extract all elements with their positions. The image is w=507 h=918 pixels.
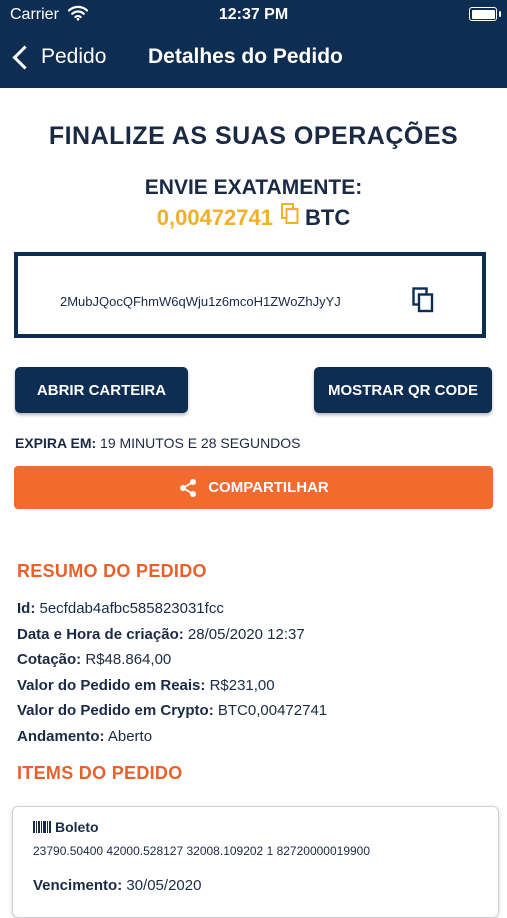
- amount-row: 0,00472741 BTC: [0, 203, 507, 235]
- copy-icon[interactable]: [281, 203, 299, 231]
- summary-value: 28/05/2020 12:37: [187, 625, 305, 643]
- show-qr-code-label: MOSTRAR QR CODE: [328, 381, 478, 399]
- summary-key: Valor do Pedido em Crypto:: [17, 702, 214, 719]
- barcode-icon: [33, 821, 51, 833]
- open-wallet-button[interactable]: ABRIR CARTEIRA: [15, 367, 188, 413]
- show-qr-code-button[interactable]: MOSTRAR QR CODE: [314, 367, 492, 413]
- summary-row-status: Andamento: Aberto: [17, 728, 327, 754]
- status-time: 12:37 PM: [218, 6, 289, 23]
- expires-value: 19 MINUTOS E 28 SEGUNDOS: [100, 435, 301, 451]
- share-button[interactable]: COMPARTILHAR: [14, 466, 493, 509]
- status-bar: Carrier 12:37 PM: [0, 0, 507, 32]
- back-button[interactable]: Pedido: [10, 40, 106, 74]
- share-label: COMPARTILHAR: [208, 479, 329, 496]
- item-name: Boleto: [33, 819, 99, 835]
- share-icon: [180, 478, 197, 497]
- open-wallet-label: ABRIR CARTEIRA: [36, 381, 167, 399]
- item-barcode-number: 23790.50400 42000.528127 32008.109202 1 …: [33, 844, 371, 858]
- expires-key: EXPIRA EM:: [15, 435, 97, 451]
- summary-row-id: Id: 5ecfdab4afbc585823031fcc: [17, 600, 327, 626]
- page-title: Detalhes do Pedido: [148, 45, 343, 68]
- summary-row-created: Data e Hora de criação: 28/05/2020 12:37: [17, 626, 327, 652]
- summary-key: Andamento:: [17, 727, 105, 745]
- item-due-key: Vencimento:: [33, 877, 123, 894]
- send-exactly-label: ENVIE EXATAMENTE:: [144, 176, 363, 199]
- copy-address-icon[interactable]: [412, 287, 434, 318]
- item-due-date: Vencimento: 30/05/2020: [33, 877, 201, 894]
- item-name-label: Boleto: [55, 819, 99, 835]
- order-summary: Id: 5ecfdab4afbc585823031fcc Data e Hora…: [17, 600, 327, 753]
- btc-amount: 0,00472741: [156, 204, 273, 230]
- summary-value: 5ecfdab4afbc585823031fcc: [39, 600, 224, 617]
- summary-row-value-reais: Valor do Pedido em Reais: R$231,00: [17, 677, 327, 703]
- summary-value: Aberto: [107, 727, 153, 745]
- header-bar: Carrier 12:37 PM Pedido Detalhes do Pedi…: [0, 0, 507, 88]
- summary-key: Cotação:: [17, 651, 82, 668]
- battery-icon: [469, 7, 501, 21]
- summary-value: R$231,00: [209, 676, 275, 694]
- summary-value: BTC0,00472741: [217, 702, 328, 719]
- summary-row-quote: Cotação: R$48.864,00: [17, 651, 327, 677]
- expiration-text: EXPIRA EM: 19 MINUTOS E 28 SEGUNDOS: [15, 435, 301, 451]
- back-label: Pedido: [41, 45, 107, 68]
- summary-row-value-crypto: Valor do Pedido em Crypto: BTC0,00472741: [17, 702, 327, 728]
- summary-key: Valor do Pedido em Reais:: [17, 676, 206, 694]
- back-chevron-icon: [12, 44, 37, 70]
- wallet-address-box: 2MubJQocQFhmW6qWju1z6mcoH1ZWoZhJyYJ: [14, 252, 486, 338]
- summary-value: R$48.864,00: [85, 651, 172, 668]
- order-item-card: Boleto 23790.50400 42000.528127 32008.10…: [12, 806, 499, 918]
- operations-title: FINALIZE AS SUAS OPERAÇÕES: [48, 122, 459, 150]
- wallet-address: 2MubJQocQFhmW6qWju1z6mcoH1ZWoZhJyYJ: [60, 294, 341, 309]
- order-items-heading: ITEMS DO PEDIDO: [17, 763, 183, 783]
- currency-label: BTC: [305, 204, 351, 230]
- item-due-value: 30/05/2020: [126, 877, 202, 894]
- order-summary-heading: RESUMO DO PEDIDO: [17, 561, 207, 581]
- summary-key: Id:: [17, 600, 36, 617]
- summary-key: Data e Hora de criação:: [17, 625, 184, 643]
